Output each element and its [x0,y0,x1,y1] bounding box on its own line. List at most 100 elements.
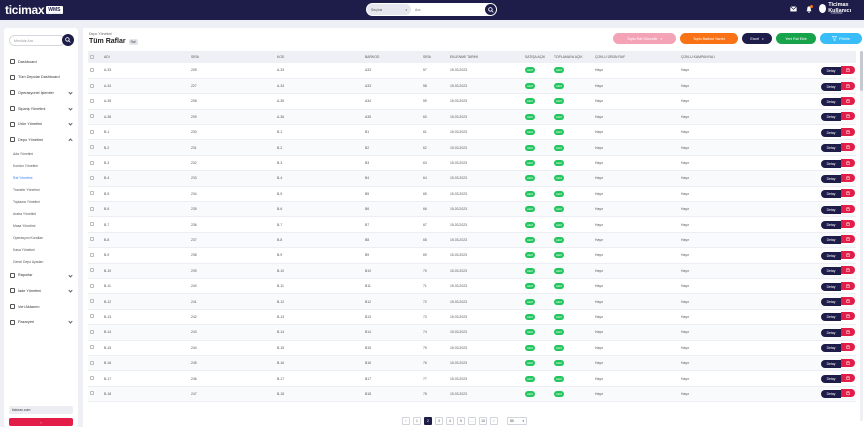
row-select-cell[interactable] [88,278,102,293]
page-button[interactable]: 3 [435,417,443,425]
delete-button[interactable] [841,327,855,336]
row-select-cell[interactable] [88,78,102,93]
delete-button[interactable] [841,389,855,398]
row-select-cell[interactable] [88,217,102,232]
delete-button[interactable] [841,358,855,367]
row-checkbox[interactable] [90,283,94,288]
delete-button[interactable] [841,266,855,275]
sidebar-subitem-cash[interactable]: Kasa Yönetimi [4,244,78,256]
table-row[interactable]: B-18 247 B-18 B18 78 15.03.2023 Aktif Aktif Hayı… [88,386,856,402]
sidebar-item-reports[interactable]: Raporlar [4,268,78,284]
detail-button[interactable]: Detay [821,82,841,91]
table-row[interactable]: B-15 244 B-15 B15 75 15.03.2023 Aktif Aktif Hayı… [88,340,856,356]
scrollbar[interactable] [860,51,863,421]
detail-button[interactable]: Detay [821,267,841,276]
delete-button[interactable] [841,96,855,105]
delete-button[interactable] [841,158,855,167]
row-select-cell[interactable] [88,202,102,217]
next-page-button[interactable]: › [490,417,498,425]
bulk-update-button[interactable]: Toplu Raf Güncelle ▾ [613,33,676,44]
table-row[interactable]: B-10 239 B-10 B10 70 15.03.2023 Aktif Aktif Hayı… [88,263,856,279]
sidebar-item-warehouse[interactable]: Depo Yönetimi [4,132,78,148]
detail-button[interactable]: Detay [821,298,841,307]
bulk-barcode-print-button[interactable]: Toplu Barkod Yazdır [680,33,738,44]
delete-button[interactable] [841,281,855,290]
detail-button[interactable]: Detay [821,359,841,368]
sidebar-item-products[interactable]: Ürün Yönetimi [4,116,78,132]
sidebar-subitem-general-settings[interactable]: Genel Depo Ayarları [4,256,78,268]
row-select-cell[interactable] [88,140,102,155]
bell-icon[interactable] [805,5,813,13]
row-select-cell[interactable] [88,263,102,278]
sidebar-subitem-transfer[interactable]: Transfer Yönetimi [4,184,78,196]
row-checkbox[interactable] [90,160,94,165]
sidebar-search-button[interactable] [62,34,74,46]
table-row[interactable]: B-9 238 B-9 B9 69 15.03.2023 Aktif Aktif Hayır Ha… [88,248,856,264]
detail-button[interactable]: Detay [821,282,841,291]
row-select-cell[interactable] [88,109,102,124]
row-checkbox[interactable] [90,329,94,334]
user-menu[interactable]: Ticimax Kullanıcı Yönetici [819,2,864,15]
table-row[interactable]: B-17 246 B-17 B17 77 15.03.2023 Aktif Aktif Hayı… [88,371,856,387]
table-row[interactable]: B-8 237 B-8 B8 68 15.03.2023 Aktif Aktif Hayır Ha… [88,232,856,248]
detail-button[interactable]: Detay [821,159,841,168]
delete-button[interactable] [841,189,855,198]
row-select-cell[interactable] [88,94,102,109]
delete-button[interactable] [841,343,855,352]
detail-button[interactable]: Detay [821,66,841,75]
detail-button[interactable]: Detay [821,344,841,353]
sidebar-search-input[interactable]: Menüde Ara [9,35,65,46]
search-scope-select[interactable]: Seçiniz ▾ [367,4,411,15]
delete-button[interactable] [841,204,855,213]
detail-button[interactable]: Detay [821,313,841,322]
row-checkbox[interactable] [90,360,94,365]
row-checkbox[interactable] [90,191,94,196]
detail-button[interactable]: Detay [821,221,841,230]
page-button[interactable]: 2 [424,417,432,425]
mail-icon[interactable] [789,5,797,13]
delete-button[interactable] [841,81,855,90]
delete-button[interactable] [841,173,855,182]
sidebar-subitem-islands[interactable]: Ada Yönetimi [4,148,78,160]
page-button[interactable]: 5 [457,417,465,425]
row-checkbox[interactable] [90,314,94,319]
delete-button[interactable] [841,374,855,382]
delete-button[interactable] [841,112,855,121]
row-checkbox[interactable] [90,299,94,304]
row-checkbox[interactable] [90,67,94,72]
row-select-cell[interactable] [88,371,102,386]
sidebar-collapse-button[interactable]: ‹ [9,418,73,426]
select-all-checkbox[interactable] [90,54,94,59]
detail-button[interactable]: Detay [821,205,841,214]
table-row[interactable]: A-34 227 A-34 A33 58 15.03.2023 Aktif Aktif Hayı… [88,78,856,94]
row-select-cell[interactable] [88,340,102,355]
delete-button[interactable] [841,127,855,136]
sidebar-item-operations[interactable]: Operasyonel İşlemler [4,85,78,101]
sidebar-item-dashboard[interactable]: Dashboard [4,54,78,70]
detail-button[interactable]: Detay [821,128,841,137]
detail-button[interactable]: Detay [821,144,841,153]
delete-button[interactable] [841,250,855,259]
table-row[interactable]: B-3 232 B-3 B3 63 15.03.2023 Aktif Aktif Hayır Ha… [88,155,856,171]
table-row[interactable]: B-12 241 B-12 B12 72 15.03.2023 Aktif Aktif Hayı… [88,293,856,310]
table-row[interactable]: B-6 235 B-6 B6 66 15.03.2023 Aktif Aktif Hayır Ha… [88,201,856,217]
row-select-cell[interactable] [88,155,102,170]
row-select-cell[interactable] [88,355,102,370]
row-checkbox[interactable] [90,129,94,134]
delete-button[interactable] [841,312,855,321]
table-row[interactable]: B-16 245 B-16 B16 76 15.03.2023 Aktif Aktif Hayı… [88,355,856,371]
sidebar-subitem-picking[interactable]: Toplama Yönetimi [4,196,78,208]
row-select-cell[interactable] [88,248,102,263]
page-size-select[interactable]: 50 ▾ [507,417,527,425]
search-input[interactable] [415,7,475,12]
row-checkbox[interactable] [90,145,94,150]
row-checkbox[interactable] [90,222,94,227]
sidebar-subitem-operation-rules[interactable]: Operasyon Kuralları [4,232,78,244]
table-row[interactable]: A-35 208 A-35 A34 59 15.03.2023 Aktif Aktif Hayı… [88,94,856,110]
row-checkbox[interactable] [90,83,94,88]
detail-button[interactable]: Detay [821,97,841,106]
table-row[interactable]: B-1 230 B-1 B1 61 15.03.2023 Aktif Aktif Hayır Ha… [88,125,856,140]
detail-button[interactable]: Detay [821,251,841,260]
page-button[interactable]: 15 [479,417,487,425]
sidebar-subitem-shelves[interactable]: Raf Yönetimi [4,172,78,184]
